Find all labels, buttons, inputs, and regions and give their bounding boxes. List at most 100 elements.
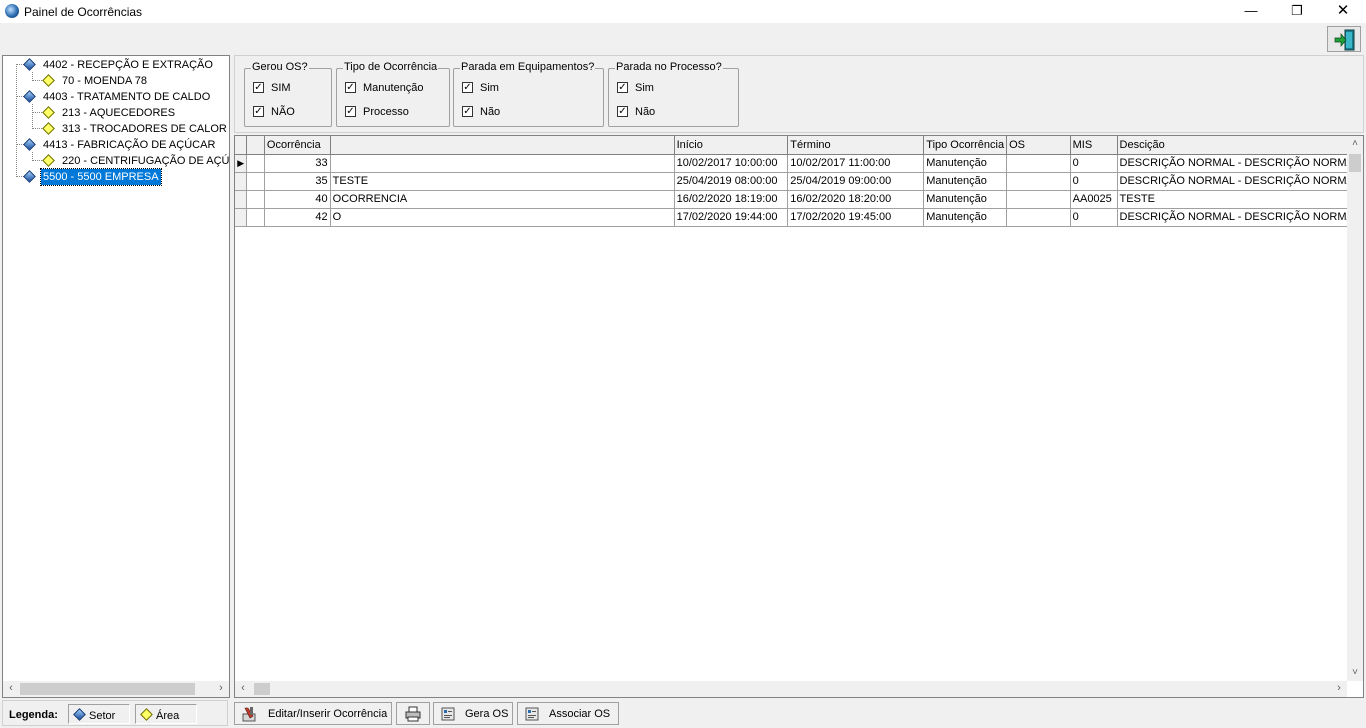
exit-button[interactable]: [1327, 26, 1361, 52]
tree-item-area[interactable]: 313 - TROCADORES DE CALOR: [3, 121, 229, 137]
scroll-thumb[interactable]: [254, 683, 270, 695]
grid-vertical-scrollbar[interactable]: ˄ ˅: [1347, 136, 1363, 681]
checkmark-icon[interactable]: ✓: [345, 82, 356, 93]
cell-os[interactable]: [1006, 172, 1071, 191]
tree-item-setor[interactable]: 4402 - RECEPÇÃO E EXTRAÇÃO: [3, 57, 229, 73]
group-parada-equipamentos: Parada em Equipamentos? ✓ Sim ✓ Não: [453, 61, 604, 127]
cell-descricao[interactable]: TESTE: [1117, 190, 1363, 209]
work-order-icon: [441, 707, 455, 721]
setor-icon: [23, 170, 36, 183]
title-bar: Painel de Ocorrências — ❐ ✕: [0, 0, 1366, 23]
cell-inicio[interactable]: 10/02/2017 10:00:00: [674, 154, 789, 173]
table-header-row: Ocorrência Início Término Tipo Ocorrênci…: [235, 136, 1363, 155]
column-header-tipo[interactable]: Tipo Ocorrência: [923, 136, 1008, 155]
tree-items: 4402 - RECEPÇÃO E EXTRAÇÃO 70 - MOENDA 7…: [3, 56, 229, 681]
column-header-ocorrencia[interactable]: Ocorrência: [264, 136, 331, 155]
action-bar: Editar/Inserir Ocorrência Gera OS Associ…: [234, 700, 1364, 726]
table-row[interactable]: 42 O 17/02/2020 19:44:00 17/02/2020 19:4…: [235, 208, 1363, 227]
tree-item-label: 213 - AQUECEDORES: [62, 107, 176, 119]
scroll-up-icon[interactable]: ˄: [1347, 136, 1363, 152]
cell-inicio[interactable]: 16/02/2020 18:19:00: [674, 190, 789, 209]
cell-tipo[interactable]: Manutenção: [923, 208, 1008, 227]
scroll-right-icon[interactable]: ›: [1331, 681, 1347, 697]
cell-nome[interactable]: [330, 154, 675, 173]
column-header-os[interactable]: OS: [1006, 136, 1071, 155]
close-button[interactable]: ✕: [1320, 0, 1366, 23]
cell-ocorrencia[interactable]: 35: [264, 172, 331, 191]
tree-item-setor-selected[interactable]: 5500 - 5500 EMPRESA: [3, 168, 229, 186]
sector-tree[interactable]: 4402 - RECEPÇÃO E EXTRAÇÃO 70 - MOENDA 7…: [2, 55, 230, 698]
tree-item-setor[interactable]: 4413 - FABRICAÇÃO DE AÇÚCAR: [3, 137, 229, 153]
scroll-down-icon[interactable]: ˅: [1347, 665, 1363, 681]
gera-os-label: Gera OS: [465, 708, 509, 720]
checkmark-icon[interactable]: ✓: [617, 106, 628, 117]
cell-mis[interactable]: 0: [1070, 208, 1118, 227]
cell-nome[interactable]: O: [330, 208, 675, 227]
table-row[interactable]: 35 TESTE 25/04/2019 08:00:00 25/04/2019 …: [235, 172, 1363, 191]
cell: [246, 172, 265, 191]
cell-nome[interactable]: TESTE: [330, 172, 675, 191]
checkbox-label: Processo: [363, 106, 409, 118]
checkmark-icon[interactable]: ✓: [462, 82, 473, 93]
scroll-thumb[interactable]: [1349, 154, 1361, 172]
cell-descricao[interactable]: DESCRIÇÃO NORMAL - DESCRIÇÃO NORMAL: [1117, 154, 1363, 173]
cell-os[interactable]: [1006, 190, 1071, 209]
cell-mis[interactable]: 0: [1070, 172, 1118, 191]
checkbox-label: Manutenção: [363, 82, 424, 94]
tree-item-setor[interactable]: 4403 - TRATAMENTO DE CALDO: [3, 89, 229, 105]
column-header-nome[interactable]: [330, 136, 675, 155]
tree-horizontal-scrollbar[interactable]: ‹ ›: [3, 681, 229, 697]
print-button[interactable]: [396, 702, 430, 725]
cell-tipo[interactable]: Manutenção: [923, 172, 1008, 191]
cell-mis[interactable]: 0: [1070, 154, 1118, 173]
cell-descricao[interactable]: DESCRIÇÃO NORMAL - DESCRIÇÃO NORMAL: [1117, 208, 1363, 227]
scroll-thumb[interactable]: [20, 683, 195, 695]
cell-tipo[interactable]: Manutenção: [923, 190, 1008, 209]
occurrences-grid[interactable]: Ocorrência Início Término Tipo Ocorrênci…: [234, 135, 1364, 698]
column-header-descricao[interactable]: Descição: [1117, 136, 1363, 155]
cell-ocorrencia[interactable]: 42: [264, 208, 331, 227]
cell-descricao[interactable]: DESCRIÇÃO NORMAL - DESCRIÇÃO NORMAL: [1117, 172, 1363, 191]
cell-termino[interactable]: 25/04/2019 09:00:00: [787, 172, 925, 191]
cell-inicio[interactable]: 25/04/2019 08:00:00: [674, 172, 789, 191]
table-row[interactable]: ▶ 33 10/02/2017 10:00:00 10/02/2017 11:0…: [235, 154, 1363, 173]
associar-os-button[interactable]: Associar OS: [517, 702, 619, 725]
cell-termino[interactable]: 17/02/2020 19:45:00: [787, 208, 925, 227]
scroll-left-icon[interactable]: ‹: [3, 681, 19, 697]
cell-termino[interactable]: 16/02/2020 18:20:00: [787, 190, 925, 209]
grid-horizontal-scrollbar[interactable]: ‹ ›: [235, 681, 1347, 697]
scroll-left-icon[interactable]: ‹: [235, 681, 251, 697]
gera-os-button[interactable]: Gera OS: [433, 702, 513, 725]
cell-tipo[interactable]: Manutenção: [923, 154, 1008, 173]
column-header-mis[interactable]: MIS: [1070, 136, 1118, 155]
group-title: Tipo de Ocorrência: [343, 61, 439, 73]
cell-os[interactable]: [1006, 208, 1071, 227]
checkmark-icon[interactable]: ✓: [462, 106, 473, 117]
scroll-right-icon[interactable]: ›: [213, 681, 229, 697]
cell-termino[interactable]: 10/02/2017 11:00:00: [787, 154, 925, 173]
checkbox-label: Sim: [635, 82, 654, 94]
checkmark-icon[interactable]: ✓: [253, 82, 264, 93]
edit-tools-icon: [242, 707, 256, 722]
cell-mis[interactable]: AA0025: [1070, 190, 1118, 209]
tree-item-area[interactable]: 220 - CENTRIFUGAÇÃO DE AÇÚCAR: [3, 153, 229, 169]
column-header-termino[interactable]: Término: [787, 136, 925, 155]
current-row-icon: ▶: [235, 154, 248, 173]
app-icon: [5, 4, 19, 18]
cell-inicio[interactable]: 17/02/2020 19:44:00: [674, 208, 789, 227]
cell-os[interactable]: [1006, 154, 1071, 173]
checkmark-icon[interactable]: ✓: [617, 82, 628, 93]
column-header-inicio[interactable]: Início: [674, 136, 789, 155]
table-row[interactable]: 40 OCORRENCIA 16/02/2020 18:19:00 16/02/…: [235, 190, 1363, 209]
checkmark-icon[interactable]: ✓: [345, 106, 356, 117]
edit-insert-occurrence-button[interactable]: Editar/Inserir Ocorrência: [234, 702, 392, 725]
tree-item-area[interactable]: 213 - AQUECEDORES: [3, 105, 229, 121]
cell-ocorrencia[interactable]: 40: [264, 190, 331, 209]
maximize-button[interactable]: ❐: [1274, 0, 1320, 23]
legend: Legenda: Setor Área: [2, 700, 228, 726]
tree-item-area[interactable]: 70 - MOENDA 78: [3, 73, 229, 89]
cell-ocorrencia[interactable]: 33: [264, 154, 331, 173]
cell-nome[interactable]: OCORRENCIA: [330, 190, 675, 209]
checkmark-icon[interactable]: ✓: [253, 106, 264, 117]
minimize-button[interactable]: —: [1228, 0, 1274, 23]
